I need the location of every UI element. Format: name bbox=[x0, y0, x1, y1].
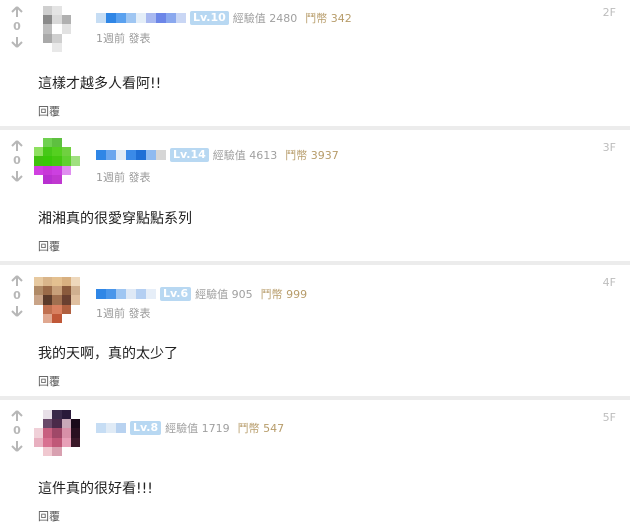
vote-widget: 0 bbox=[10, 140, 24, 182]
floor-number: 4F bbox=[602, 276, 616, 289]
coins: 鬥幣 547 bbox=[237, 422, 285, 435]
experience: 經驗值 1719 bbox=[165, 422, 230, 435]
arrow-up-icon[interactable] bbox=[10, 410, 24, 422]
avatar[interactable] bbox=[34, 277, 80, 323]
username[interactable] bbox=[96, 289, 156, 299]
reply-button[interactable]: 回覆 bbox=[38, 508, 60, 524]
reply-button[interactable]: 回覆 bbox=[38, 103, 60, 119]
coins: 鬥幣 3937 bbox=[285, 149, 339, 162]
vote-score: 0 bbox=[13, 424, 21, 437]
vote-widget: 0 bbox=[10, 410, 24, 452]
experience: 經驗值 4613 bbox=[212, 149, 278, 162]
comment-post: 0 Lv.14 經驗值 4613 鬥幣 3937 1週前 發表 3F 湘湘真的很… bbox=[0, 130, 630, 261]
username[interactable] bbox=[96, 150, 166, 160]
coins: 鬥幣 342 bbox=[305, 12, 352, 25]
author-meta: Lv.6 經驗值 905 鬥幣 999 bbox=[96, 286, 307, 302]
author-meta: Lv.8 經驗值 1719 鬥幣 547 bbox=[96, 420, 284, 436]
experience: 經驗值 2480 bbox=[232, 12, 298, 25]
level-badge: Lv.10 bbox=[190, 11, 229, 25]
post-time: 1週前 發表 bbox=[96, 171, 151, 184]
arrow-up-icon[interactable] bbox=[10, 140, 24, 152]
username[interactable] bbox=[96, 423, 126, 433]
post-time: 1週前 發表 bbox=[96, 32, 151, 45]
comment-text: 這件真的很好看!!! bbox=[38, 481, 153, 497]
vote-widget: 0 bbox=[10, 275, 24, 317]
comment-post: 0 Lv.8 經驗值 1719 鬥幣 547 5F 這件真的很好看!!! 回覆 bbox=[0, 400, 630, 530]
vote-score: 0 bbox=[13, 20, 21, 33]
coins: 鬥幣 999 bbox=[260, 288, 308, 301]
arrow-down-icon[interactable] bbox=[10, 170, 24, 182]
vote-widget: 0 bbox=[10, 6, 24, 48]
arrow-down-icon[interactable] bbox=[10, 440, 24, 452]
vote-score: 0 bbox=[13, 289, 21, 302]
comment-text: 這樣才越多人看阿!! bbox=[38, 76, 162, 92]
comment-text: 湘湘真的很愛穿點點系列 bbox=[38, 211, 192, 227]
author-meta: Lv.14 經驗值 4613 鬥幣 3937 bbox=[96, 147, 339, 163]
reply-button[interactable]: 回覆 bbox=[38, 238, 60, 254]
arrow-up-icon[interactable] bbox=[10, 6, 24, 18]
arrow-down-icon[interactable] bbox=[10, 36, 24, 48]
arrow-down-icon[interactable] bbox=[10, 305, 24, 317]
comment-post: 0 Lv.10 經驗值 2480 鬥幣 342 1週前 發表 2F 這樣才越多人… bbox=[0, 0, 630, 126]
experience: 經驗值 905 bbox=[195, 288, 253, 301]
comment-post: 0 Lv.6 經驗值 905 鬥幣 999 1週前 發表 4F 我的天啊，真的太… bbox=[0, 265, 630, 396]
post-time: 1週前 發表 bbox=[96, 307, 151, 320]
floor-number: 5F bbox=[602, 411, 616, 424]
reply-button[interactable]: 回覆 bbox=[38, 373, 60, 389]
author-meta: Lv.10 經驗值 2480 鬥幣 342 bbox=[96, 10, 352, 26]
arrow-up-icon[interactable] bbox=[10, 275, 24, 287]
username[interactable] bbox=[96, 13, 186, 23]
level-badge: Lv.8 bbox=[130, 421, 162, 435]
level-badge: Lv.14 bbox=[170, 148, 209, 162]
avatar[interactable] bbox=[34, 410, 80, 456]
comment-text: 我的天啊，真的太少了 bbox=[38, 346, 178, 362]
floor-number: 2F bbox=[602, 6, 616, 19]
avatar[interactable] bbox=[34, 6, 80, 52]
floor-number: 3F bbox=[602, 141, 616, 154]
vote-score: 0 bbox=[13, 154, 21, 167]
level-badge: Lv.6 bbox=[160, 287, 192, 301]
avatar[interactable] bbox=[34, 138, 80, 184]
